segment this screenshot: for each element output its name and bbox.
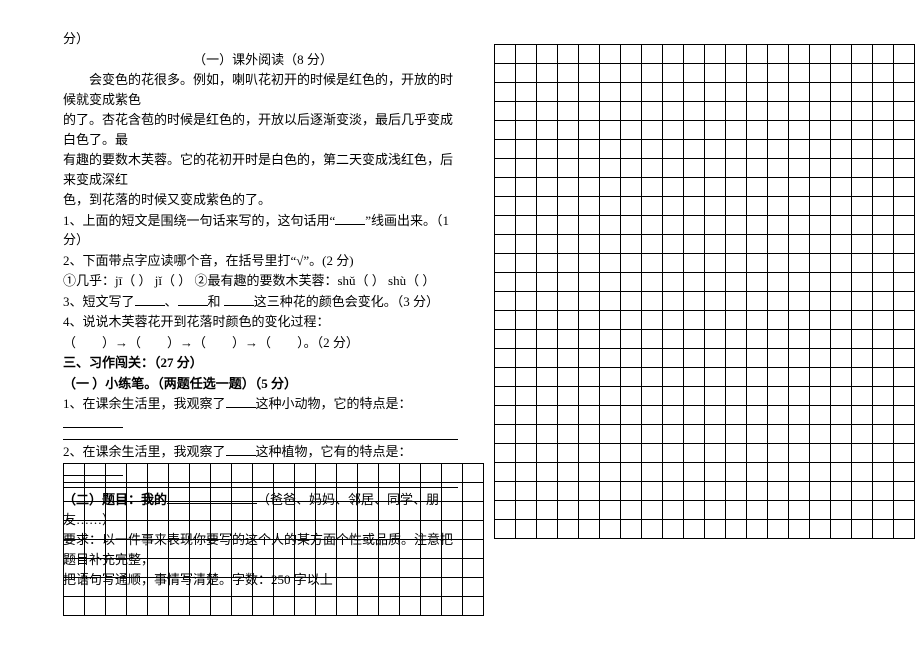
q4-d: ）→（ xyxy=(232,335,271,350)
fragment-fen: 分） xyxy=(63,29,463,49)
q3-blank-1[interactable] xyxy=(135,292,165,306)
passage-line-3: 有趣的要数木芙蓉。它的花初开时是白色的，第二天变成浅红色，后来变成深红 xyxy=(63,150,463,189)
s3-q1a: 1、在课余生活里，我观察了 xyxy=(63,396,226,411)
s3-q2-blank1[interactable] xyxy=(226,442,256,456)
section3-sub1: （一 ）小练笔。（两题任选一题）（5 分） xyxy=(63,374,463,394)
q3-mid1: 、 xyxy=(165,294,178,309)
passage-line-4: 色，到花落的时候又变成紫色的了。 xyxy=(63,190,463,210)
s3-q2b: 这种植物，它有的特点是： xyxy=(256,444,412,459)
question-2: 2、下面带点字应读哪个音，在括号里打“√”。(2 分) xyxy=(63,251,463,271)
writing-grid-bottom[interactable] xyxy=(63,463,484,616)
question-2-options: ①几乎：jī（ ） jǐ（ ） ②最有趣的要数木芙蓉：shǔ（ ） shù（ ） xyxy=(63,271,463,291)
q1-text-a: 1、上面的短文是围绕一句话来写的，这句话用“ xyxy=(63,213,335,228)
section1-title: （一）课外阅读（8 分） xyxy=(63,50,463,70)
q4-a: （ xyxy=(63,335,76,350)
s3-q2a: 2、在课余生活里，我观察了 xyxy=(63,444,226,459)
writing-grid-right[interactable] xyxy=(494,44,915,539)
q3-blank-3[interactable] xyxy=(224,292,254,306)
question-4-flow: （ ）→（ ）→（ ）→（ ）。（2 分） xyxy=(63,333,463,353)
q3-post: 这三种花的颜色会变化。（3 分） xyxy=(254,294,439,309)
q4-b: ）→（ xyxy=(102,335,141,350)
s3-q1-blank2[interactable] xyxy=(63,414,123,428)
question-4: 4、说说木芙蓉花开到花落时颜色的变化过程： xyxy=(63,312,463,332)
section3-title: 三、习作闯关：（27 分） xyxy=(63,353,463,373)
s3-q1: 1、在课余生活里，我观察了 这种小动物，它的特点是： xyxy=(63,394,463,433)
s3-q1-blank1[interactable] xyxy=(226,394,256,408)
q3-pre: 3、短文写了 xyxy=(63,294,135,309)
passage-line-2: 的了。杏花含苞的时候是红色的，开放以后逐渐变淡，最后几乎变成白色了。最 xyxy=(63,110,463,149)
rule-1 xyxy=(63,439,458,440)
s3-q1b: 这种小动物，它的特点是： xyxy=(256,396,412,411)
q3-blank-2[interactable] xyxy=(178,292,208,306)
q4-end: ）。（2 分） xyxy=(297,335,359,350)
question-1: 1、上面的短文是围绕一句话来写的，这句话用“”线画出来。（1 分） xyxy=(63,211,463,250)
q4-c: ）→（ xyxy=(167,335,206,350)
passage-line-1: 会变色的花很多。例如，喇叭花初开的时候是红色的，开放的时候就变成紫色 xyxy=(63,70,463,109)
q3-mid2: 和 xyxy=(208,294,221,309)
q1-blank[interactable] xyxy=(335,211,365,225)
question-3: 3、短文写了 、 和 这三种花的颜色会变化。（3 分） xyxy=(63,292,463,312)
